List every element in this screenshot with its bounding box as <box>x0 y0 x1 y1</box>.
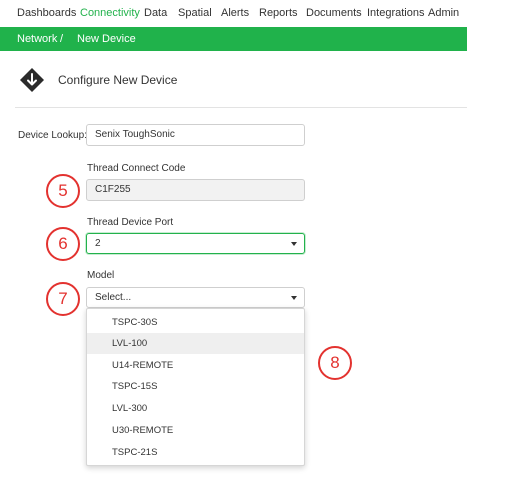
download-arrow-icon <box>19 67 45 93</box>
model-option-u30-remote[interactable]: U30-REMOTE <box>87 420 304 441</box>
header-divider <box>15 107 467 108</box>
breadcrumb-current: New Device <box>77 33 136 45</box>
device-port-select[interactable]: 2 <box>86 233 305 254</box>
model-value: Select... <box>95 292 132 303</box>
model-option-tspc-30s[interactable]: TSPC-30S <box>87 312 304 333</box>
model-dropdown-list: TSPC-30S LVL-100 U14-REMOTE TSPC-15S LVL… <box>86 308 305 466</box>
model-select[interactable]: Select... <box>86 287 305 308</box>
connect-code-label: Thread Connect Code <box>87 163 186 174</box>
model-option-lvl-300[interactable]: LVL-300 <box>87 398 304 419</box>
chevron-down-icon <box>291 296 297 300</box>
nav-item-alerts[interactable]: Alerts <box>221 7 249 19</box>
connect-code-field: C1F255 <box>86 179 305 201</box>
chevron-down-icon <box>291 242 297 246</box>
model-label: Model <box>87 270 115 281</box>
callout-7: 7 <box>46 282 80 316</box>
model-option-tspc-21s[interactable]: TSPC-21S <box>87 442 304 463</box>
top-navigation: Dashboards Connectivity Data Spatial Ale… <box>0 0 467 26</box>
model-option-lvl-100[interactable]: LVL-100 <box>87 333 304 354</box>
breadcrumb-separator: / <box>60 33 64 45</box>
breadcrumb-network-link[interactable]: Network <box>17 33 57 45</box>
nav-item-connectivity[interactable]: Connectivity <box>80 7 140 19</box>
device-lookup-label: Device Lookup: <box>18 130 87 141</box>
device-port-value: 2 <box>95 238 101 249</box>
model-option-u14-remote[interactable]: U14-REMOTE <box>87 355 304 376</box>
model-option-tspc-15s[interactable]: TSPC-15S <box>87 376 304 397</box>
callout-5: 5 <box>46 174 80 208</box>
breadcrumb: Network / New Device <box>0 27 467 51</box>
callout-8: 8 <box>318 346 352 380</box>
device-port-label: Thread Device Port <box>87 217 174 228</box>
nav-item-reports[interactable]: Reports <box>259 7 298 19</box>
callout-6: 6 <box>46 227 80 261</box>
page-title: Configure New Device <box>58 73 178 87</box>
nav-item-spatial[interactable]: Spatial <box>178 7 212 19</box>
device-lookup-input[interactable]: Senix ToughSonic <box>86 124 305 146</box>
nav-item-documents[interactable]: Documents <box>306 7 362 19</box>
nav-item-admin[interactable]: Admin <box>428 7 459 19</box>
nav-item-data[interactable]: Data <box>144 7 167 19</box>
nav-item-dashboards[interactable]: Dashboards <box>17 7 76 19</box>
nav-item-integrations[interactable]: Integrations <box>367 7 424 19</box>
